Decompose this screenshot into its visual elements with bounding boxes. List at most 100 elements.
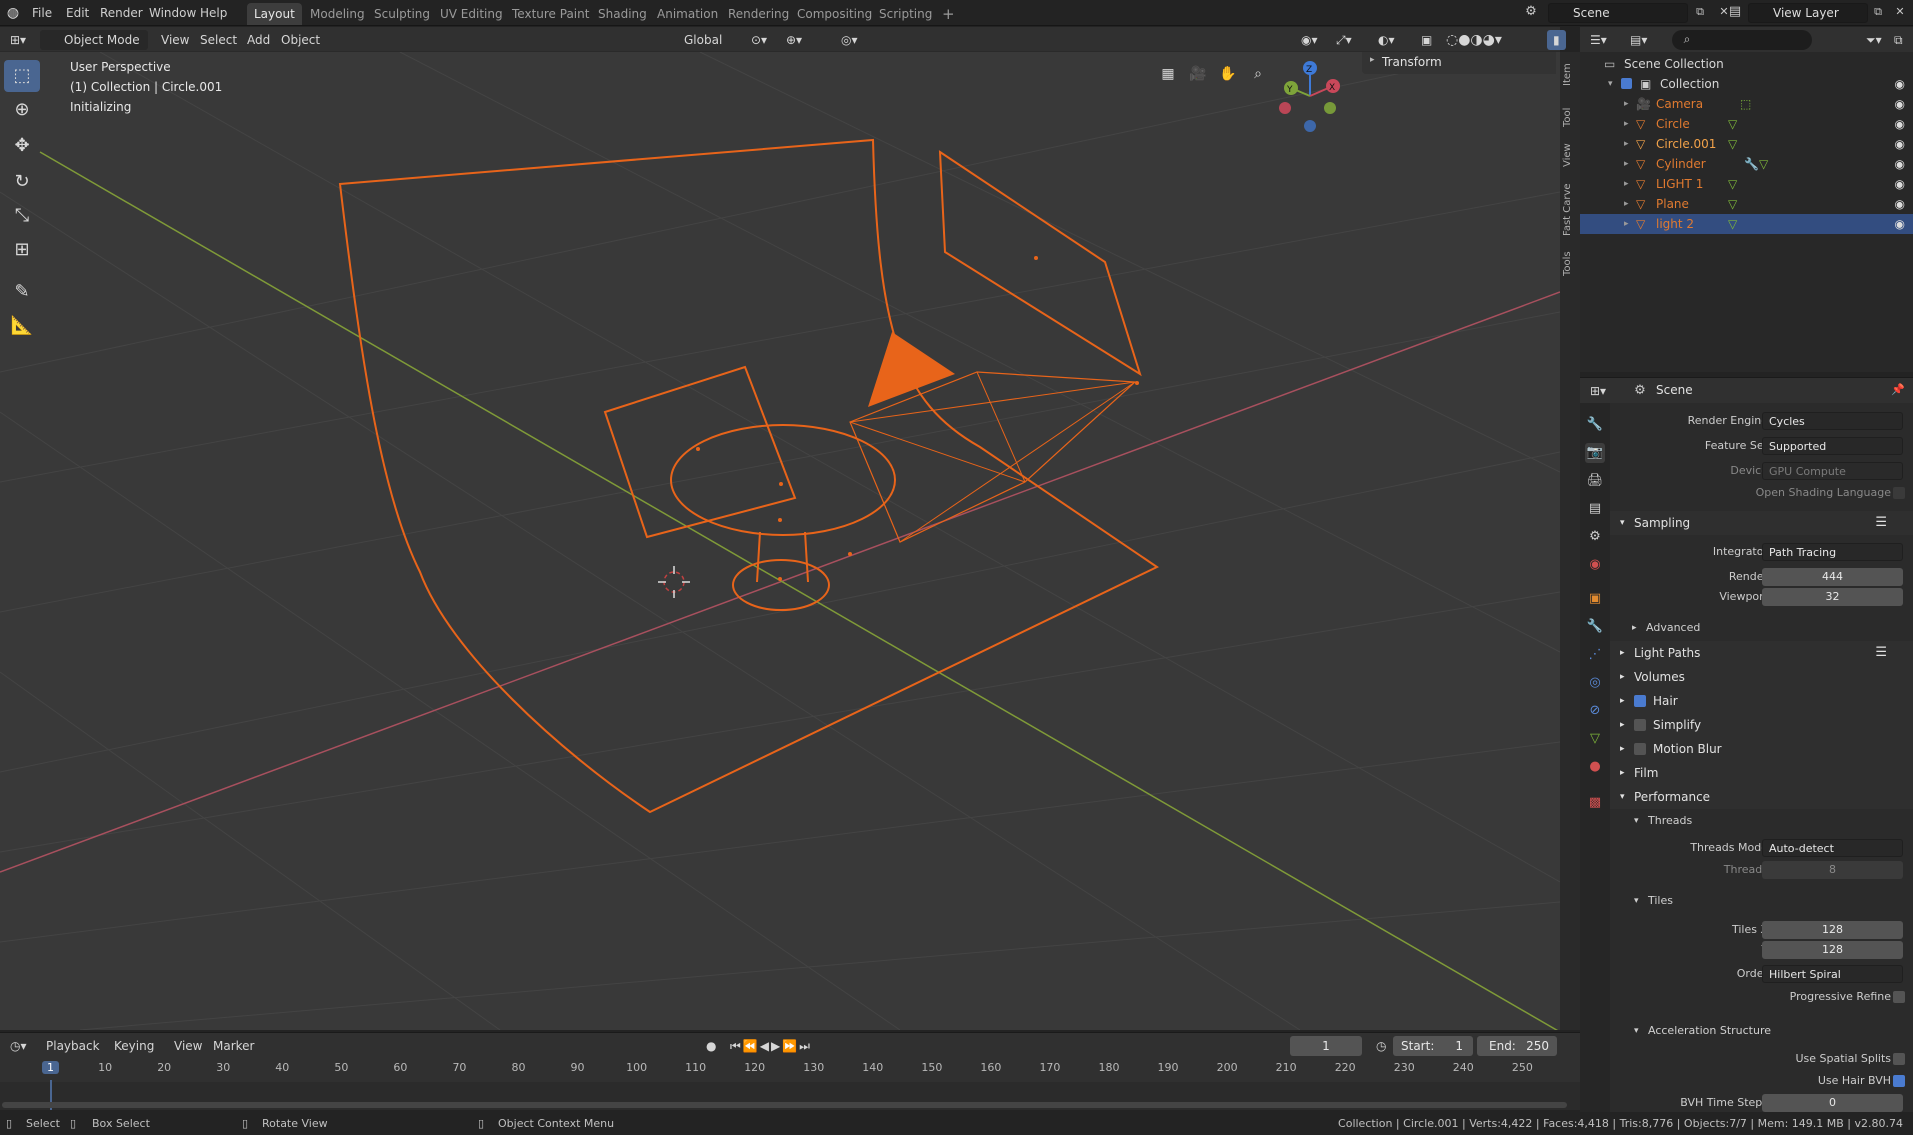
mesh-data-icon[interactable]: ▽ <box>1728 174 1737 194</box>
modifier-tab-icon[interactable]: 🔧 <box>1585 617 1605 637</box>
camera-data-icon[interactable]: ⬚ <box>1740 94 1751 114</box>
outliner-row-scene-collection[interactable]: ▭ Scene Collection <box>1580 54 1913 74</box>
viewport-samples-field[interactable]: 32 <box>1762 588 1903 606</box>
expand-arrow-icon[interactable]: ▸ <box>1624 174 1629 194</box>
blender-logo-icon[interactable]: ◍ <box>4 4 22 22</box>
shading-modes-icon[interactable]: ◌●◑◕▾ <box>1440 30 1508 50</box>
tiles-x-field[interactable]: 128 <box>1762 921 1903 939</box>
eye-icon[interactable]: ◉ <box>1895 174 1905 194</box>
sampling-panel-header[interactable]: ▾ Sampling ☰ <box>1610 511 1913 535</box>
transform-orientation-dropdown[interactable]: Global <box>662 30 728 50</box>
properties-editor-type-icon[interactable]: ⊞▾ <box>1584 381 1612 401</box>
tiles-subpanel[interactable]: ▾ Tiles <box>1610 891 1913 911</box>
transform-panel[interactable]: ▸ Transform <box>1362 52 1556 74</box>
expand-arrow-icon[interactable]: ▸ <box>1624 94 1629 114</box>
view-layer-selector[interactable]: View Layer <box>1748 3 1868 23</box>
expand-arrow-icon[interactable]: ▸ <box>1624 214 1629 234</box>
gizmo-toggle-icon[interactable]: ⤢▾ <box>1330 30 1358 50</box>
constraints-tab-icon[interactable]: ⊘ <box>1585 701 1605 721</box>
view-layer-icon[interactable]: ▤ <box>1722 4 1748 19</box>
zoom-icon[interactable]: ⌕ <box>1245 61 1271 87</box>
tab-sculpting[interactable]: Sculpting <box>367 3 437 25</box>
tab-fast-carve[interactable]: Fast Carve <box>1562 178 1578 242</box>
scene-tab-icon[interactable]: ⚙ <box>1585 527 1605 547</box>
presets-list-icon[interactable]: ☰ <box>1875 641 1887 665</box>
3d-viewport[interactable]: User Perspective (1) Collection | Circle… <box>0 52 1560 1030</box>
eye-icon[interactable]: ◉ <box>1895 134 1905 154</box>
panel-collapse-icon[interactable]: ▸ <box>1370 55 1375 65</box>
proportional-editing-icon[interactable]: ◎▾ <box>835 30 864 50</box>
menu-help[interactable]: Help <box>194 0 233 26</box>
threads-subpanel[interactable]: ▾ Threads <box>1610 811 1913 831</box>
menu-select[interactable]: Select <box>194 30 243 50</box>
outliner-item-cylinder[interactable]: ▸ ▽ Cylinder 🔧▽ ◉ <box>1580 154 1913 174</box>
transform-tool-icon[interactable]: ⊞ <box>4 234 40 266</box>
tab-tool[interactable]: Tool <box>1562 100 1578 134</box>
eye-icon[interactable]: ◉ <box>1895 114 1905 134</box>
overlays-icon[interactable]: ◐▾ <box>1372 30 1401 50</box>
light-paths-panel-header[interactable]: ▸ Light Paths ☰ <box>1610 641 1913 665</box>
navigation-gizmo[interactable]: Z Y X <box>1270 58 1350 138</box>
expand-arrow-icon[interactable]: ▸ <box>1624 154 1629 174</box>
spatial-splits-checkbox[interactable] <box>1893 1053 1905 1065</box>
performance-panel-header[interactable]: ▾ Performance <box>1610 785 1913 809</box>
outliner-item-circle-001[interactable]: ▸ ▽ Circle.001 ▽ ◉ <box>1580 134 1913 154</box>
particles-tab-icon[interactable]: ⋰ <box>1585 645 1605 665</box>
expand-arrow-icon[interactable]: ▸ <box>1624 134 1629 154</box>
pivot-point-icon[interactable]: ⊙▾ <box>745 30 773 50</box>
order-dropdown[interactable]: Hilbert Spiral <box>1762 965 1903 983</box>
outliner-item-plane[interactable]: ▸ ▽ Plane ▽ ◉ <box>1580 194 1913 214</box>
pan-hand-icon[interactable]: ✋ <box>1215 61 1241 87</box>
film-panel-header[interactable]: ▸ Film <box>1610 761 1913 785</box>
threads-mode-dropdown[interactable]: Auto-detect <box>1762 839 1903 857</box>
clock-icon[interactable]: ◷ <box>1370 1036 1392 1056</box>
mesh-data-icon[interactable]: ▽ <box>1728 214 1737 234</box>
bvh-steps-field[interactable]: 0 <box>1762 1094 1903 1112</box>
mesh-data-icon[interactable]: ▽ <box>1728 114 1737 134</box>
record-icon[interactable]: ● <box>700 1036 722 1056</box>
move-tool-icon[interactable]: ✥ <box>4 130 40 162</box>
xray-icon[interactable]: ▣ <box>1415 30 1438 50</box>
new-view-layer-icon[interactable]: ⧉ <box>1870 5 1886 19</box>
outliner-item-camera[interactable]: ▸ 🎥 Camera ⬚ ◉ <box>1580 94 1913 114</box>
editor-type-icon[interactable]: ⊞▾ <box>4 30 32 50</box>
keying-menu[interactable]: Keying <box>108 1036 160 1056</box>
tab-modeling[interactable]: Modeling <box>303 3 372 25</box>
tab-uv-editing[interactable]: UV Editing <box>433 3 510 25</box>
outliner-item-light-1[interactable]: ▸ ▽ LIGHT 1 ▽ ◉ <box>1580 174 1913 194</box>
texture-tab-icon[interactable]: ▩ <box>1585 793 1605 813</box>
toggle-sidebar-icon[interactable]: ▮ <box>1547 30 1566 50</box>
progressive-refine-checkbox[interactable] <box>1893 991 1905 1003</box>
tool-tab-icon[interactable]: 🔧 <box>1585 415 1605 435</box>
motion-blur-checkbox[interactable] <box>1634 743 1646 755</box>
advanced-subpanel[interactable]: ▸ Advanced <box>1610 618 1913 638</box>
outliner-item-light-2[interactable]: ▸ ▽ light 2 ▽ ◉ <box>1580 214 1913 234</box>
outliner-item-circle[interactable]: ▸ ▽ Circle ▽ ◉ <box>1580 114 1913 134</box>
outliner-editor-type-icon[interactable]: ☰▾ <box>1584 30 1613 50</box>
render-samples-field[interactable]: 444 <box>1762 568 1903 586</box>
data-tab-icon[interactable]: ▽ <box>1585 729 1605 749</box>
threads-count-field[interactable]: 8 <box>1762 861 1903 879</box>
current-frame-field[interactable]: 1 <box>1290 1036 1362 1056</box>
pin-icon[interactable]: 📌 <box>1890 383 1906 396</box>
render-tab-icon[interactable]: 📷 <box>1585 443 1605 463</box>
cursor-tool-icon[interactable]: ⊕ <box>4 94 40 126</box>
menu-render[interactable]: Render <box>94 0 149 26</box>
physics-tab-icon[interactable]: ◎ <box>1585 673 1605 693</box>
output-tab-icon[interactable]: 🖨 <box>1585 471 1605 491</box>
visibility-icon[interactable]: ◉▾ <box>1295 30 1324 50</box>
tiles-y-field[interactable]: 128 <box>1762 941 1903 959</box>
timeline-ruler[interactable]: 1 10 20 30 40 50 60 70 80 90 100 110 120 130 140 150 160… <box>0 1058 1580 1082</box>
add-workspace-icon[interactable]: + <box>935 3 962 25</box>
menu-edit[interactable]: Edit <box>60 0 95 26</box>
hair-panel-header[interactable]: ▸ Hair <box>1610 689 1913 713</box>
playback-controls-icon[interactable]: ⏮⏪◀▶⏩⏭ <box>724 1036 818 1056</box>
select-box-tool-icon[interactable]: ⬚ <box>4 60 40 92</box>
expand-arrow-icon[interactable]: ▸ <box>1624 114 1629 134</box>
tab-rendering[interactable]: Rendering <box>721 3 796 25</box>
collection-checkbox[interactable] <box>1621 78 1632 89</box>
outliner-row-collection[interactable]: ▾ ▣ Collection ◉ <box>1580 74 1913 94</box>
eye-icon[interactable]: ◉ <box>1895 94 1905 114</box>
mesh-data-icon[interactable]: ▽ <box>1728 134 1737 154</box>
expand-arrow-icon[interactable]: ▸ <box>1624 194 1629 214</box>
